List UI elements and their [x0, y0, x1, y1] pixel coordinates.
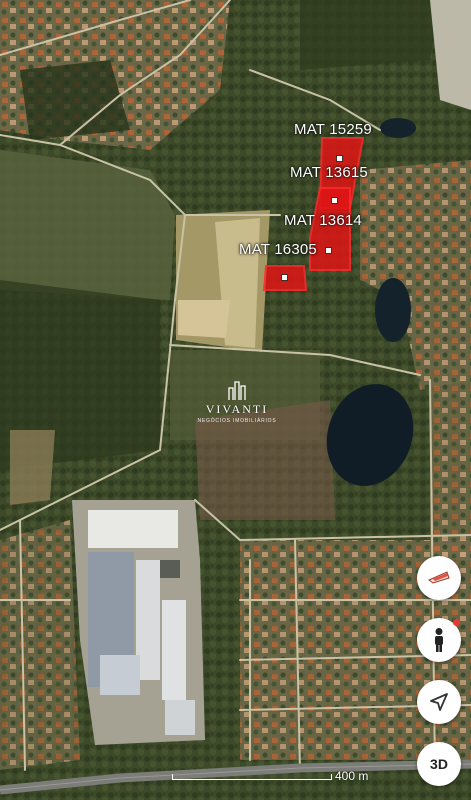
pegman-icon	[435, 628, 443, 652]
layers-button[interactable]	[417, 556, 461, 600]
parcel-marker-13614[interactable]	[325, 247, 332, 254]
parcel-label-15259: MAT 15259	[294, 121, 372, 138]
parcel-marker-13615[interactable]	[331, 197, 338, 204]
parcel-label-13615: MAT 13615	[290, 164, 368, 181]
layers-icon	[428, 571, 450, 584]
parcel-marker-15259[interactable]	[336, 155, 343, 162]
my-location-button[interactable]	[417, 680, 461, 724]
building-logo-icon	[228, 381, 246, 400]
watermark-tagline: NEGÓCIOS IMOBILIÁRIOS	[197, 418, 277, 424]
parcel-label-13614: MAT 13614	[284, 212, 362, 229]
parcel-marker-16305[interactable]	[281, 274, 288, 281]
street-view-button[interactable]	[417, 618, 461, 662]
scale-bar	[172, 774, 332, 780]
map-scale: 400 m	[172, 767, 388, 783]
parcel-label-16305: MAT 16305	[239, 241, 317, 258]
navigation-arrow-icon	[430, 693, 448, 711]
watermark-brand: VIVANTI	[205, 402, 269, 416]
vivanti-watermark: VIVANTI NEGÓCIOS IMOBILIÁRIOS	[182, 380, 292, 424]
notification-dot	[453, 619, 460, 626]
three-d-label: 3D	[430, 756, 448, 772]
scale-label: 400 m	[335, 769, 369, 783]
three-d-button[interactable]: 3D	[417, 742, 461, 786]
